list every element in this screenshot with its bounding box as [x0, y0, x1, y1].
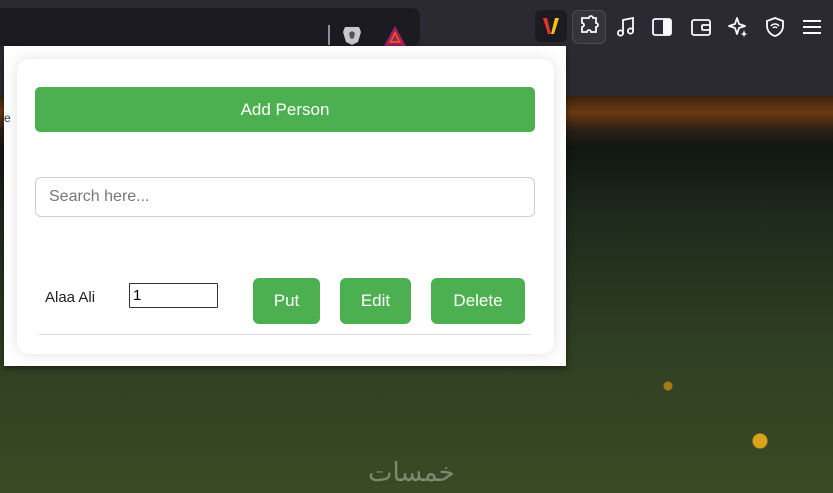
person-manager-card: Add Person Alaa Ali Put Edit Delete	[17, 59, 554, 354]
extensions-puzzle-icon[interactable]	[572, 10, 606, 44]
address-bar[interactable]	[0, 8, 420, 46]
quantity-input[interactable]	[129, 283, 218, 308]
brave-shields-icon[interactable]	[341, 24, 363, 46]
music-icon[interactable]	[611, 12, 641, 42]
delete-button[interactable]: Delete	[431, 278, 525, 324]
popup-edge-text: e	[4, 111, 11, 125]
search-input[interactable]	[35, 177, 535, 217]
sidebar-icon[interactable]	[647, 12, 677, 42]
wallet-icon[interactable]	[686, 12, 716, 42]
leo-ai-icon[interactable]	[723, 12, 753, 42]
person-row: Alaa Ali Put Edit Delete	[39, 276, 531, 335]
put-button[interactable]: Put	[253, 278, 320, 324]
add-person-button[interactable]: Add Person	[35, 87, 535, 132]
edit-button[interactable]: Edit	[340, 278, 411, 324]
extension-active-icon[interactable]	[535, 10, 567, 42]
brave-rewards-icon[interactable]	[383, 25, 407, 47]
vpn-icon[interactable]	[760, 12, 790, 42]
watermark-text: خمسات	[368, 458, 455, 488]
urlbar-separator	[328, 25, 330, 45]
person-name: Alaa Ali	[45, 289, 96, 306]
menu-icon[interactable]	[797, 12, 827, 42]
extension-popup: e Add Person Alaa Ali Put Edit Delete	[4, 46, 566, 366]
